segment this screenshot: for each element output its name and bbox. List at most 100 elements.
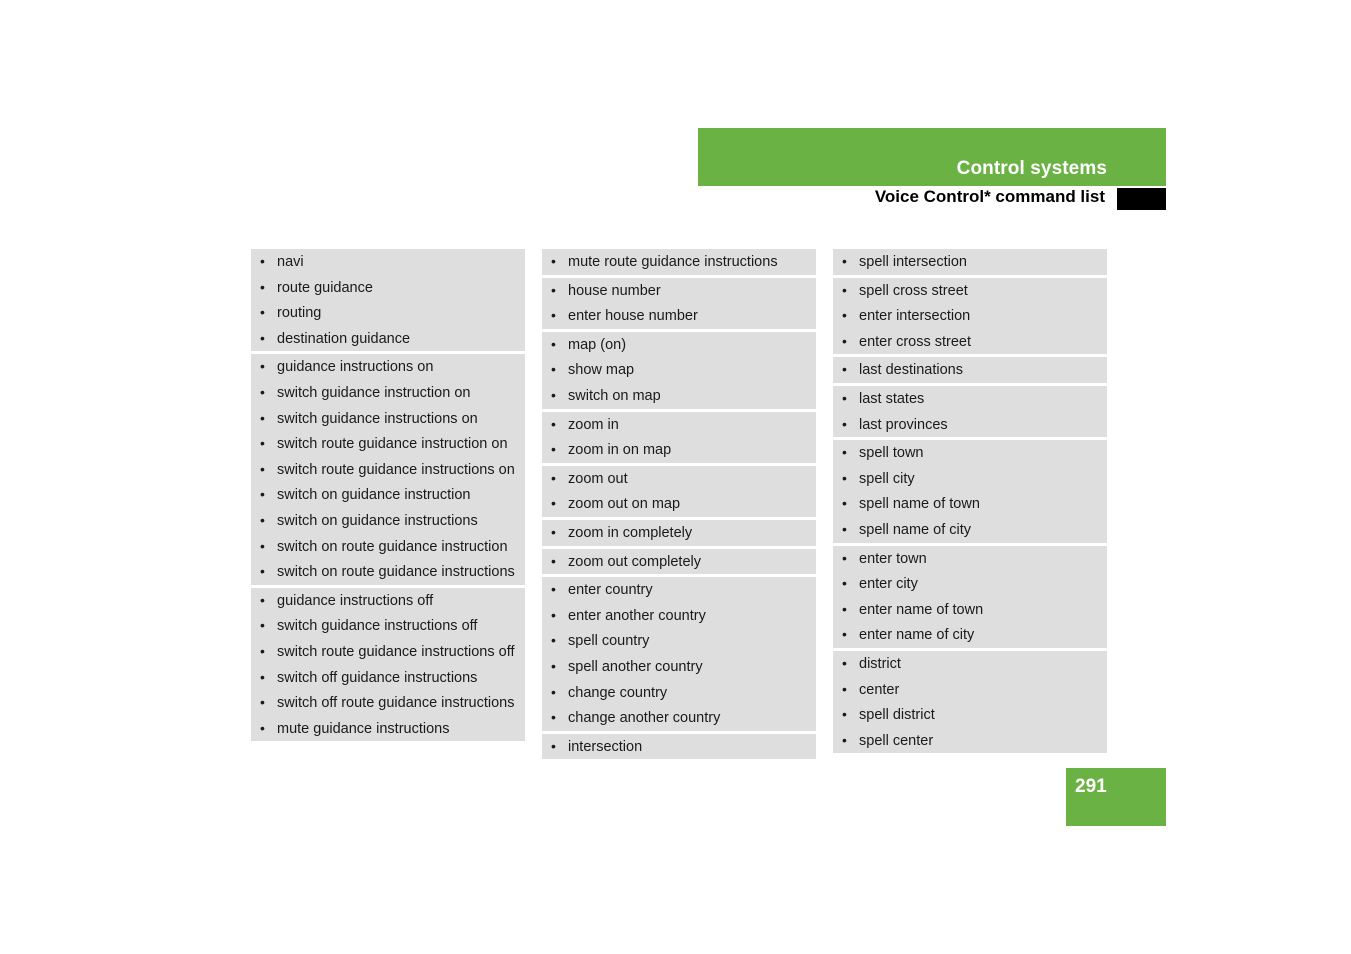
command-label: enter house number (568, 308, 698, 325)
command-label: switch on route guidance instructions (277, 564, 515, 581)
bullet-icon: • (260, 486, 265, 503)
list-item: • enter intersection (833, 303, 1107, 329)
command-label: show map (568, 362, 635, 379)
list-item: • spell city (833, 466, 1107, 492)
bullet-icon: • (260, 563, 265, 580)
command-label: switch route guidance instruction on (277, 436, 508, 453)
bullet-icon: • (260, 617, 265, 634)
bullet-icon: • (551, 469, 556, 486)
command-label: enter town (859, 550, 927, 567)
command-group: • zoom in completely (542, 519, 816, 546)
list-item: • switch on route guidance instruction (251, 534, 525, 560)
bullet-icon: • (842, 549, 847, 566)
bullet-icon: • (260, 719, 265, 736)
bullet-icon: • (551, 307, 556, 324)
list-item: • switch on guidance instructions (251, 508, 525, 534)
command-group: • house number • enter house number (542, 277, 816, 329)
list-item: • enter house number (542, 303, 816, 329)
column-3: • spell intersection • spell cross street • e… (833, 249, 1107, 759)
command-label: zoom in completely (568, 524, 693, 541)
bullet-icon: • (551, 253, 556, 269)
bullet-icon: • (260, 435, 265, 452)
command-label: spell country (568, 633, 650, 650)
command-label: switch route guidance instructions off (277, 643, 515, 660)
bullet-icon: • (260, 304, 265, 321)
bullet-icon: • (260, 253, 265, 269)
bullet-icon: • (260, 329, 265, 346)
command-label: last destinations (859, 362, 963, 379)
command-label: map (on) (568, 336, 627, 353)
bullet-icon: • (842, 600, 847, 617)
list-item: • switch on route guidance instructions (251, 559, 525, 585)
command-label: spell district (859, 707, 935, 724)
command-group: • enter town • enter city • enter name of tow… (833, 545, 1107, 648)
command-group: • map (on) • show map • switch on map (542, 331, 816, 409)
list-item: • enter town (833, 546, 1107, 572)
command-label: switch on route guidance instruction (277, 538, 508, 555)
bullet-icon: • (551, 281, 556, 298)
list-item: • routing (251, 300, 525, 326)
command-label: switch on map (568, 387, 661, 404)
list-item: • route guidance (251, 275, 525, 301)
command-label: change country (568, 684, 668, 701)
command-label: enter another country (568, 607, 706, 624)
header-green-band: Control systems (698, 128, 1166, 186)
list-item: • last provinces (833, 412, 1107, 438)
bullet-icon: • (260, 591, 265, 608)
command-label: destination guidance (277, 330, 411, 347)
list-item: • spell cross street (833, 278, 1107, 304)
list-item: • zoom out completely (542, 549, 816, 575)
list-item: • spell district (833, 702, 1107, 728)
command-group: • zoom in • zoom in on map (542, 411, 816, 463)
list-item: • last states (833, 386, 1107, 412)
bullet-icon: • (260, 537, 265, 554)
command-group: • mute route guidance instructions (542, 249, 816, 275)
black-marker-block (1117, 188, 1166, 210)
list-item: • switch guidance instruction on (251, 380, 525, 406)
bullet-icon: • (842, 654, 847, 671)
command-label: last states (859, 390, 925, 407)
bullet-icon: • (260, 358, 265, 375)
bullet-icon: • (260, 511, 265, 528)
bullet-icon: • (551, 552, 556, 569)
list-item: • show map (542, 357, 816, 383)
list-item: • zoom in on map (542, 437, 816, 463)
list-item: • zoom out on map (542, 491, 816, 517)
list-item: • enter another country (542, 603, 816, 629)
list-item: • guidance instructions off (251, 588, 525, 614)
bullet-icon: • (842, 706, 847, 723)
command-label: mute guidance instructions (277, 720, 450, 737)
page-title: Control systems (956, 158, 1107, 179)
bullet-icon: • (842, 444, 847, 461)
bullet-icon: • (260, 642, 265, 659)
bullet-icon: • (842, 575, 847, 592)
bullet-icon: • (551, 632, 556, 649)
list-item: • spell town (833, 440, 1107, 466)
command-group: • guidance instructions off • switch guidan… (251, 587, 525, 742)
command-label: switch route guidance instructions on (277, 461, 515, 478)
list-item: • zoom in (542, 412, 816, 438)
list-item: • map (on) (542, 332, 816, 358)
list-item: • house number (542, 278, 816, 304)
list-item: • switch guidance instructions on (251, 406, 525, 432)
command-label: switch on guidance instruction (277, 487, 471, 504)
command-label: spell another country (568, 658, 703, 675)
command-group: • zoom out completely (542, 548, 816, 575)
command-label: zoom out (568, 470, 628, 487)
page-number-block: 291 (1066, 768, 1166, 826)
list-item: • zoom in completely (542, 520, 816, 546)
bullet-icon: • (842, 307, 847, 324)
command-label: district (859, 655, 901, 672)
list-item: • destination guidance (251, 326, 525, 352)
command-label: route guidance (277, 279, 373, 296)
list-item: • enter country (542, 577, 816, 603)
list-item: • mute route guidance instructions (542, 249, 816, 275)
list-item: • enter city (833, 571, 1107, 597)
list-item: • enter name of city (833, 622, 1107, 648)
command-label: spell name of town (859, 496, 980, 513)
command-label: enter name of town (859, 601, 984, 618)
column-2: • mute route guidance instructions • house … (542, 249, 816, 760)
list-item: • switch off route guidance instructions (251, 690, 525, 716)
list-item: • enter cross street (833, 329, 1107, 355)
bullet-icon: • (842, 415, 847, 432)
